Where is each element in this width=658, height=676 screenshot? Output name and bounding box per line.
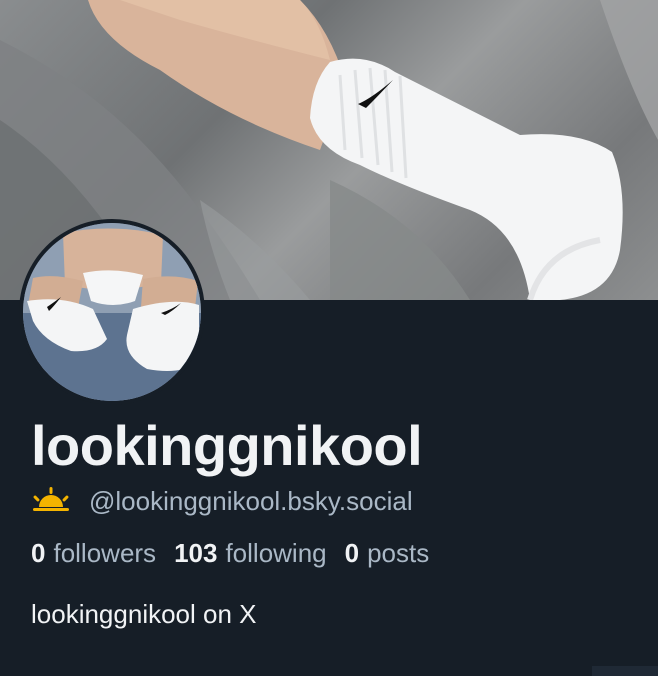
posts-count: 0 — [344, 538, 360, 568]
followers-count: 0 — [31, 538, 46, 568]
profile-bio: lookinggnikool on X — [31, 599, 257, 629]
display-name: lookinggnikool — [31, 414, 423, 477]
avatar[interactable] — [19, 219, 205, 405]
avatar-image — [23, 223, 201, 401]
posts-label: posts — [367, 538, 430, 568]
avatar-image-container — [23, 223, 201, 401]
handle[interactable]: @lookinggnikool.bsky.social — [89, 485, 413, 517]
followers-label: followers — [53, 538, 157, 568]
following-count: 103 — [174, 538, 218, 568]
following-stat[interactable]: 103 following — [174, 538, 327, 569]
corner-divider — [592, 666, 658, 676]
followers-stat[interactable]: 0 followers — [31, 538, 156, 569]
profile-stats: 0 followers 103 following 0 posts — [31, 538, 447, 572]
sun-emoji-icon — [31, 485, 71, 518]
posts-stat: 0 posts — [345, 538, 430, 569]
handle-row: @lookinggnikool.bsky.social — [31, 485, 413, 517]
following-label: following — [225, 538, 327, 568]
